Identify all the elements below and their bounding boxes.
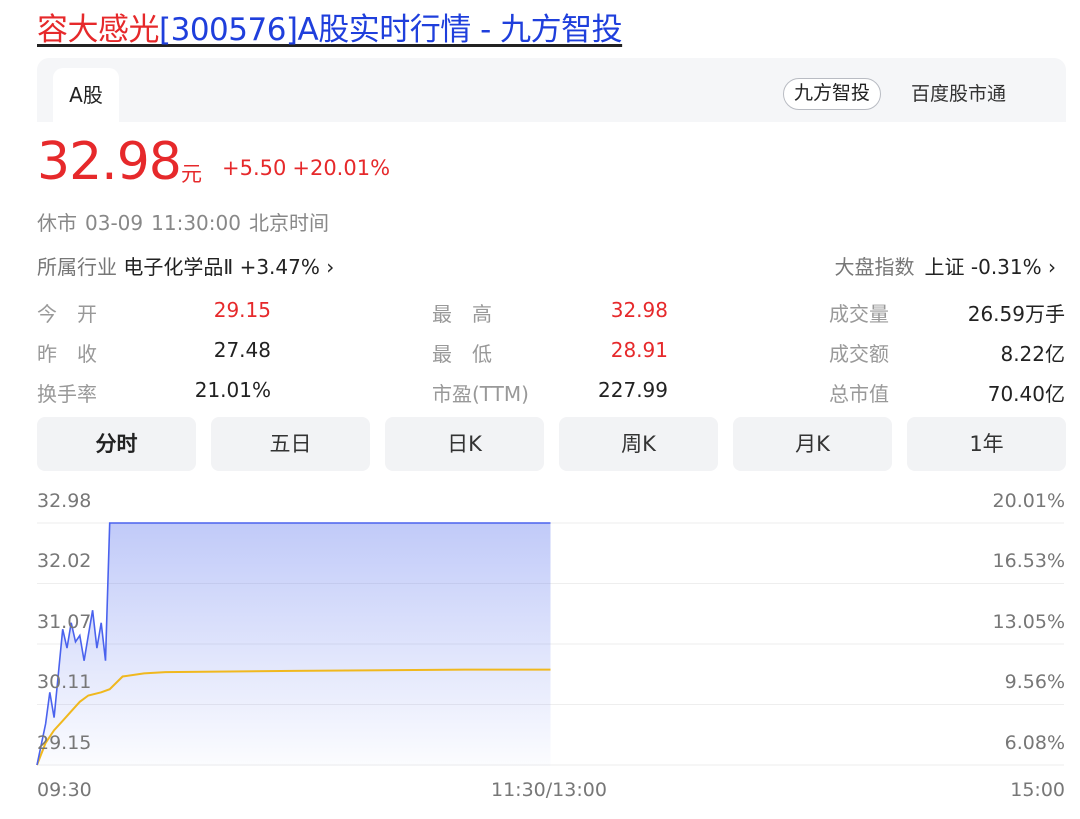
tab-intraday[interactable]: 分时 [37, 417, 196, 471]
y-right-tick: 20.01% [992, 490, 1065, 512]
stat-label-open: 今 开 [37, 302, 97, 326]
stat-label-volume: 成交量 [829, 302, 889, 326]
stat-pe: 227.99 [598, 378, 668, 402]
intraday-chart[interactable] [0, 480, 1080, 784]
tab-a-share[interactable]: A股 [53, 68, 119, 122]
industry-label: 所属行业 [37, 255, 117, 279]
tab-one-year[interactable]: 1年 [907, 417, 1066, 471]
status-timezone: 北京时间 [248, 211, 329, 235]
market-index-name: 上证 [924, 255, 965, 279]
market-status: 休市 03-09 11:30:00 北京时间 [37, 207, 337, 236]
stat-label-pe: 市盈(TTM) [432, 382, 529, 406]
y-right-tick: 6.08% [1004, 732, 1065, 754]
market-index-link[interactable]: 大盘指数 上证 -0.31% › [835, 251, 1056, 280]
stat-open: 29.15 [213, 298, 271, 322]
change-amount: +5.50 [222, 156, 287, 180]
price-change: +5.50 +20.01% [222, 156, 396, 180]
chart-svg [36, 522, 1064, 766]
y-left-tick: 32.98 [37, 490, 92, 512]
status-text: 休市 [37, 211, 77, 235]
market-index-change: -0.31% [970, 255, 1042, 279]
stat-low: 28.91 [610, 338, 668, 362]
chevron-right-icon: › [1048, 255, 1056, 279]
industry-change: +3.47% [239, 255, 320, 279]
x-tick-midday: 11:30/13:00 [491, 779, 607, 801]
page-title[interactable]: 容大感光[300576]A股实时行情 - 九方智投 [37, 4, 623, 49]
stat-label-mktcap: 总市值 [829, 382, 889, 406]
stat-label-amount: 成交额 [829, 342, 889, 366]
stat-mktcap: 70.40亿 [987, 382, 1065, 406]
y-right-tick: 9.56% [1004, 671, 1065, 693]
stat-label-turnover: 换手率 [37, 382, 97, 406]
stat-turnover: 21.01% [194, 378, 271, 402]
status-time: 11:30:00 [151, 211, 241, 235]
market-index-label: 大盘指数 [834, 255, 915, 279]
source-jiufang-button[interactable]: 九方智投 [783, 78, 882, 110]
y-left-tick: 30.11 [37, 671, 92, 693]
stat-label-prev-close: 昨 收 [37, 342, 97, 366]
y-left-tick: 32.02 [37, 550, 92, 572]
price-area-fill [37, 523, 551, 766]
industry-link[interactable]: 所属行业 电子化学品Ⅱ +3.47% › [37, 251, 334, 280]
stat-amount: 8.22亿 [1000, 342, 1065, 366]
x-tick-close: 15:00 [1010, 779, 1065, 801]
stock-name-link[interactable]: 容大感光 [37, 12, 160, 48]
industry-name: 电子化学品Ⅱ [123, 255, 234, 279]
tab-daily-k[interactable]: 日K [385, 417, 544, 471]
y-left-tick: 29.15 [37, 732, 92, 754]
title-link[interactable]: [300576]A股实时行情 - 九方智投 [159, 12, 623, 48]
x-tick-open: 09:30 [37, 779, 92, 801]
change-percent: +20.01% [292, 156, 391, 180]
current-price: 32.98 [37, 132, 182, 192]
stat-label-high: 最 高 [432, 302, 492, 326]
status-date: 03-09 [85, 211, 144, 235]
source-tab-bar: A股 九方智投 百度股市通 [37, 58, 1066, 122]
price-unit: 元 [181, 162, 202, 186]
tab-monthly-k[interactable]: 月K [733, 417, 892, 471]
tab-five-day[interactable]: 五日 [211, 417, 370, 471]
y-right-tick: 16.53% [992, 550, 1065, 572]
y-right-tick: 13.05% [992, 611, 1065, 633]
tab-weekly-k[interactable]: 周K [559, 417, 718, 471]
stat-label-low: 最 低 [432, 342, 492, 366]
stat-high: 32.98 [610, 298, 668, 322]
source-baidu-button[interactable]: 百度股市通 [911, 79, 1006, 109]
y-left-tick: 31.07 [37, 611, 92, 633]
chevron-right-icon: › [326, 255, 335, 279]
stat-prev-close: 27.48 [213, 338, 271, 362]
stat-volume: 26.59万手 [967, 302, 1065, 326]
